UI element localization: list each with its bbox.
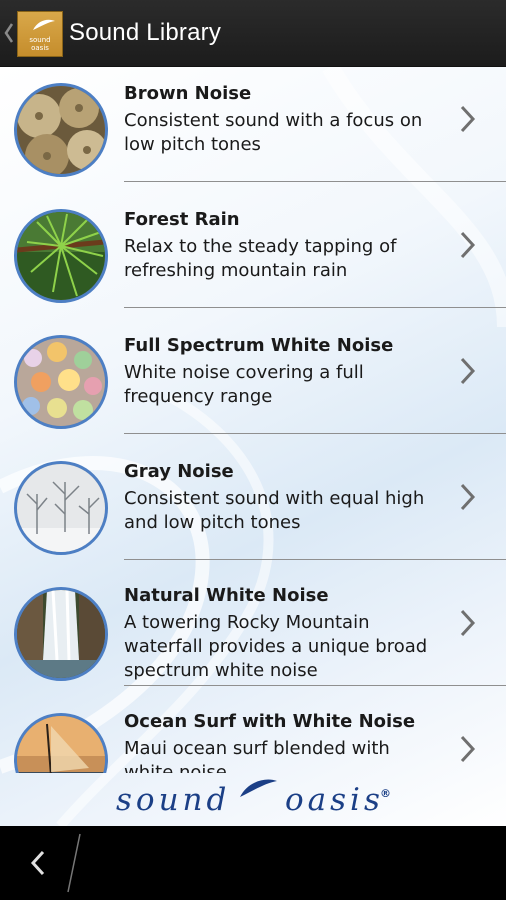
thumbnail-gray-noise [14, 461, 108, 555]
divider [124, 685, 506, 686]
leaf-icon [240, 779, 277, 797]
sound-title: Ocean Surf with White Noise [124, 711, 416, 732]
thumbnail-full-spectrum-white-noise [14, 335, 108, 429]
list-item[interactable]: Ocean Surf with White Noise Maui ocean s… [0, 697, 506, 773]
divider-slash [67, 833, 81, 893]
thumbnail-natural-white-noise [14, 587, 108, 681]
chevron-right-icon[interactable] [458, 482, 478, 512]
brand-word-oasis: oasis [285, 782, 384, 818]
chevron-right-icon[interactable] [458, 356, 478, 386]
chevron-left-icon[interactable] [4, 22, 14, 44]
app-logo[interactable]: sound oasis [17, 11, 63, 57]
sound-title: Gray Noise [124, 461, 234, 482]
thumbnail-brown-noise [14, 83, 108, 177]
chevron-right-icon[interactable] [458, 734, 478, 764]
sound-title: Forest Rain [124, 209, 240, 230]
sound-description: A towering Rocky Mountain waterfall prov… [124, 612, 428, 681]
back-icon[interactable] [28, 848, 48, 878]
sound-list[interactable]: Brown Noise Consistent sound with a focu… [0, 67, 506, 773]
list-item[interactable]: Forest Rain Relax to the steady tapping … [0, 193, 506, 319]
divider [124, 307, 506, 308]
leaf-icon [33, 19, 55, 30]
action-bar: sound oasis Sound Library [0, 0, 506, 67]
sound-description: Consistent sound with equal high and low… [124, 488, 425, 533]
chevron-right-icon[interactable] [458, 104, 478, 134]
sound-description: Relax to the steady tapping of refreshin… [124, 236, 397, 281]
divider [124, 433, 506, 434]
list-item[interactable]: Brown Noise Consistent sound with a focu… [0, 67, 506, 193]
list-item[interactable]: Full Spectrum White Noise White noise co… [0, 319, 506, 445]
sound-title: Brown Noise [124, 83, 252, 104]
list-item[interactable]: Natural White Noise A towering Rocky Mou… [0, 571, 506, 697]
divider [124, 559, 506, 560]
brand-word-sound: sound [116, 782, 231, 818]
sound-oasis-logo: sound oasis ® [0, 773, 506, 826]
divider [124, 181, 506, 182]
sound-description: White noise covering a full frequency ra… [124, 362, 364, 407]
list-item[interactable]: Gray Noise Consistent sound with equal h… [0, 445, 506, 571]
sound-description: Maui ocean surf blended with white noise [124, 738, 390, 773]
chevron-right-icon[interactable] [458, 230, 478, 260]
navigation-bar [0, 826, 506, 900]
sound-title: Full Spectrum White Noise [124, 335, 394, 356]
chevron-right-icon[interactable] [458, 608, 478, 638]
sound-title: Natural White Noise [124, 585, 329, 606]
thumbnail-forest-rain [14, 209, 108, 303]
registered-mark: ® [380, 787, 391, 800]
sound-library-content: Brown Noise Consistent sound with a focu… [0, 67, 506, 826]
sound-description: Consistent sound with a focus on low pit… [124, 110, 423, 155]
logo-text-line2: oasis [31, 44, 49, 52]
thumbnail-ocean-surf [14, 713, 108, 773]
logo-text-line1: sound [29, 36, 51, 44]
page-title: Sound Library [69, 19, 222, 46]
